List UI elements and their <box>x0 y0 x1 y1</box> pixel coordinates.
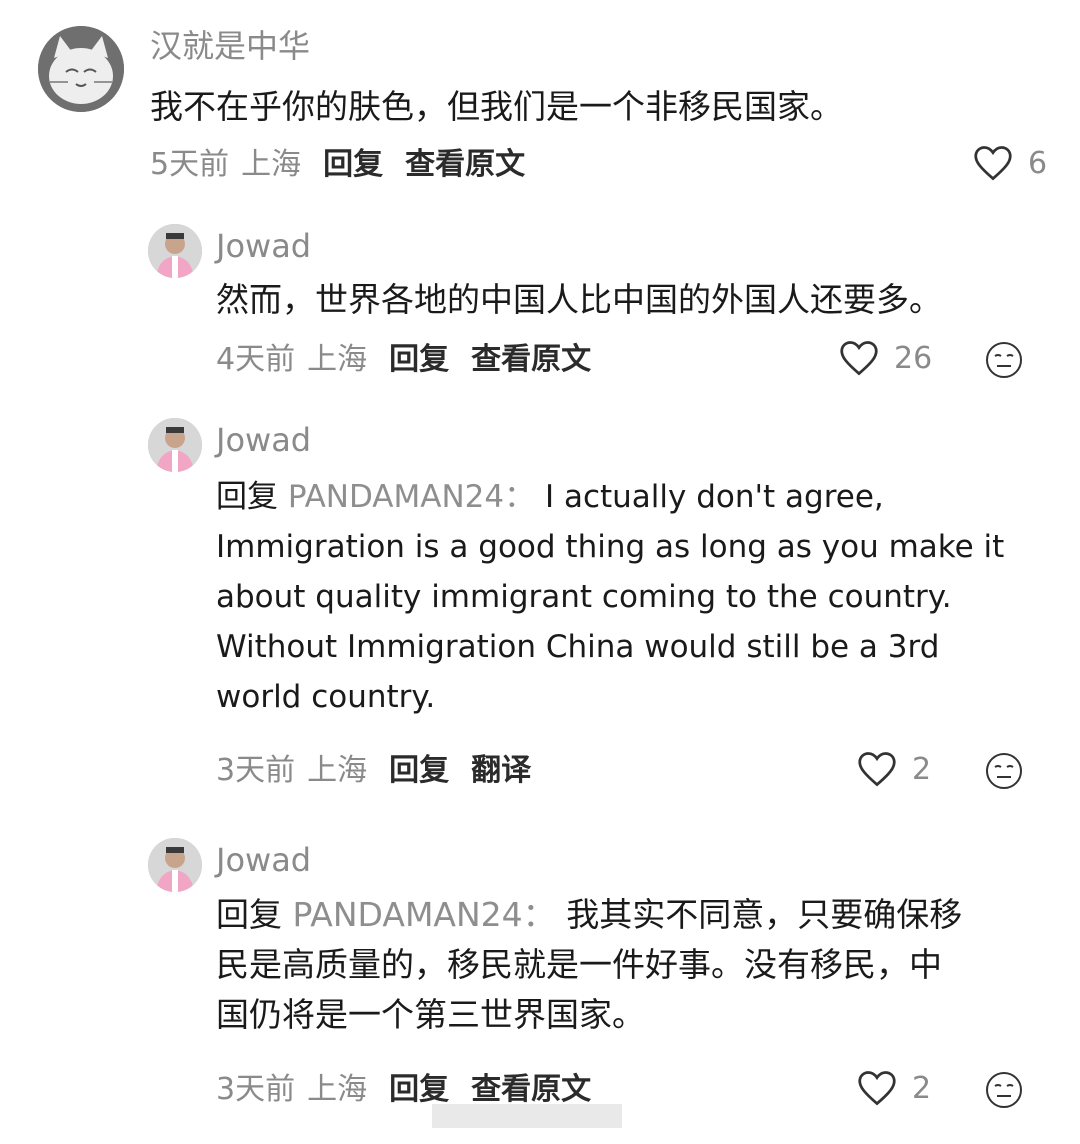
avatar[interactable] <box>148 224 202 278</box>
heart-outline-icon <box>974 146 1012 181</box>
person-avatar-icon <box>148 224 202 278</box>
comment-author[interactable]: Jowad <box>216 420 311 460</box>
reply-button[interactable]: 回复 <box>389 1072 449 1107</box>
comment-meta: 5天前 上海 回复 查看原文 <box>150 145 525 185</box>
comment-author[interactable]: Jowad <box>216 840 311 880</box>
avatar[interactable] <box>148 838 202 892</box>
comment-location: 上海 <box>307 753 368 788</box>
like-button[interactable]: 2 <box>856 1069 931 1107</box>
person-avatar-icon <box>148 838 202 892</box>
text-line-5: world country. <box>216 679 436 715</box>
like-button[interactable]: 2 <box>856 750 931 788</box>
text-line-4: Without Immigration China would still be… <box>216 629 940 665</box>
translate-button[interactable]: 翻译 <box>471 753 531 788</box>
like-count: 2 <box>912 751 932 787</box>
avatar[interactable] <box>38 26 124 112</box>
neutral-face-icon[interactable] <box>984 1070 1024 1110</box>
text-line-2: 民是高质量的，移民就是一件好事。没有移民，中 <box>216 945 942 984</box>
view-original-button[interactable]: 查看原文 <box>405 147 525 182</box>
text-line-3: about quality immigrant coming to the co… <box>216 579 952 615</box>
heart-outline-icon <box>858 1071 896 1106</box>
neutral-face-icon[interactable] <box>984 751 1024 791</box>
comment-location: 上海 <box>307 342 368 377</box>
comment-meta: 3天前 上海 回复 翻译 <box>216 751 531 791</box>
view-original-button[interactable]: 查看原文 <box>471 1072 591 1107</box>
text-line-1: 我其实不同意，只要确保移 <box>566 895 963 934</box>
comment-text: 回复 PANDAMAN24： 我其实不同意，只要确保移 民是高质量的，移民就是一… <box>216 890 1046 1040</box>
heart-outline-icon <box>840 341 878 376</box>
like-button[interactable]: 6 <box>972 144 1047 182</box>
reply-prefix: 回复 <box>216 895 282 934</box>
comment-author[interactable]: 汉就是中华 <box>150 26 310 66</box>
comment-time: 3天前 <box>216 753 296 788</box>
text-line-1: I actually don't agree, <box>544 479 884 515</box>
cat-avatar-icon <box>38 26 124 112</box>
comment-meta: 4天前 上海 回复 查看原文 <box>216 340 591 380</box>
comment-text: 回复 PANDAMAN24： I actually don't agree, I… <box>216 472 1036 722</box>
text-line: 回复 PANDAMAN24： 我其实不同意，只要确保移 <box>216 890 1046 940</box>
comment-text: 我不在乎你的肤色，但我们是一个非移民国家。 <box>150 87 843 126</box>
like-count: 6 <box>1028 145 1048 181</box>
comment-time: 3天前 <box>216 1072 296 1107</box>
text-line-3: 国仍将是一个第三世界国家。 <box>216 995 645 1034</box>
avatar[interactable] <box>148 418 202 472</box>
like-button[interactable]: 26 <box>838 339 932 377</box>
reply-target[interactable]: PANDAMAN24： <box>293 895 556 934</box>
watermark-mask <box>432 1104 622 1128</box>
neutral-face-icon[interactable] <box>984 340 1024 380</box>
comment-author[interactable]: Jowad <box>216 226 311 266</box>
reply-button[interactable]: 回复 <box>323 147 383 182</box>
view-original-button[interactable]: 查看原文 <box>471 342 591 377</box>
person-avatar-icon <box>148 418 202 472</box>
text-line: 回复 PANDAMAN24： I actually don't agree, <box>216 472 1036 522</box>
reply-button[interactable]: 回复 <box>389 342 449 377</box>
heart-outline-icon <box>858 752 896 787</box>
comment-time: 5天前 <box>150 147 230 182</box>
reply-prefix: 回复 <box>216 479 278 515</box>
reply-target[interactable]: PANDAMAN24： <box>288 479 535 515</box>
comment-location: 上海 <box>241 147 302 182</box>
text-line-2: Immigration is a good thing as long as y… <box>216 529 1005 565</box>
reply-button[interactable]: 回复 <box>389 753 449 788</box>
like-count: 2 <box>912 1070 932 1106</box>
like-count: 26 <box>894 340 933 376</box>
comment-text: 然而，世界各地的中国人比中国的外国人还要多。 <box>216 280 942 319</box>
comment-time: 4天前 <box>216 342 296 377</box>
comment-location: 上海 <box>307 1072 368 1107</box>
